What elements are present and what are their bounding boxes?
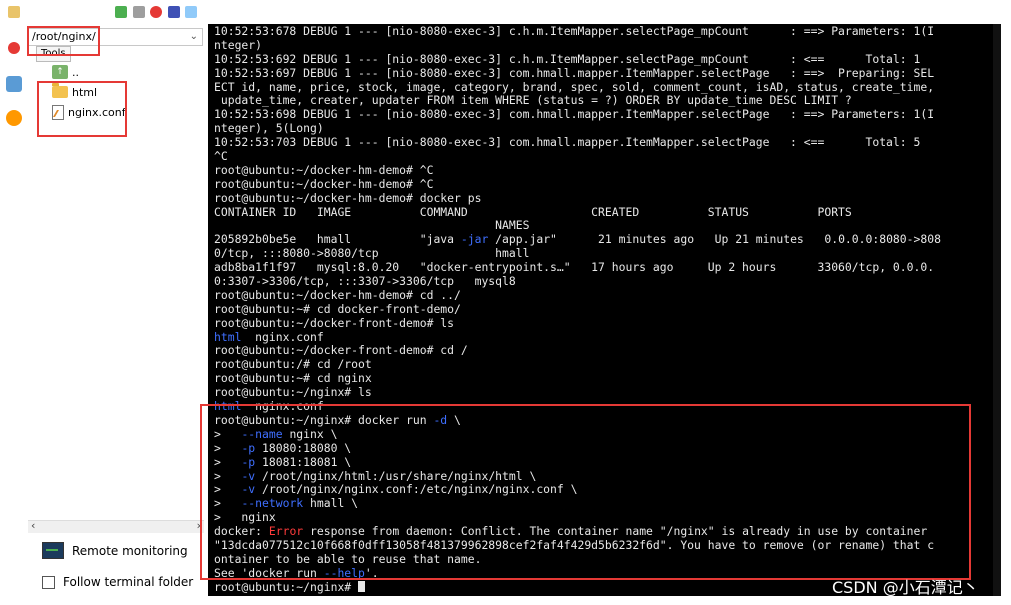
terminal-line: root@ubuntu:~/docker-hm-demo# ^C — [214, 176, 1001, 192]
terminal-text: nteger), 5(Long) — [214, 121, 324, 136]
terminal-text: nteger) — [214, 37, 263, 52]
terminal-line: html nginx.conf — [214, 329, 1001, 345]
terminal-text: root@ubuntu:~/docker-hm-demo# ^C — [214, 176, 434, 191]
terminal-text: ^C — [214, 149, 228, 164]
toolbar-icon[interactable] — [115, 6, 127, 18]
scroll-left-icon[interactable]: ‹ — [31, 519, 35, 532]
terminal-text: nginx.conf — [241, 329, 324, 344]
pen-icon[interactable] — [6, 76, 22, 92]
terminal-line: update_time, creater, updater FROM item … — [214, 94, 1001, 108]
terminal-text: -jar — [460, 232, 489, 247]
terminal-text: 10:52:53:692 DEBUG 1 --- [nio-8080-exec-… — [214, 51, 921, 66]
terminal-text: root@ubuntu:/# cd /root — [214, 357, 372, 372]
tool-strip — [0, 24, 28, 484]
terminal-text: ECT id, name, price, stock, image, categ… — [214, 79, 935, 94]
terminal-line: root@ubuntu:~/nginx# ls — [214, 385, 1001, 400]
record-icon[interactable] — [8, 42, 20, 54]
terminal-line: 10:52:53:698 DEBUG 1 --- [nio-8080-exec-… — [214, 107, 1001, 122]
terminal-text: 205892b0be5e hmall "java — [214, 232, 461, 247]
watermark: CSDN @小石潭记丶 — [832, 578, 979, 597]
terminal-text: /app.jar" 21 minutes ago Up 21 minutes 0… — [488, 232, 941, 247]
monitor-icon — [42, 542, 64, 559]
terminal-line: root@ubuntu:~/docker-hm-demo# ^C — [214, 162, 1001, 178]
terminal-text: html — [214, 329, 242, 344]
terminal-text: 0:3307->3306/tcp, :::3307->3306/tcp mysq… — [214, 274, 516, 289]
terminal-line: ECT id, name, price, stock, image, categ… — [214, 79, 1001, 95]
bottom-strip — [0, 596, 1011, 605]
terminal-line: root@ubuntu:~/docker-front-demo# ls — [214, 315, 1001, 331]
toolbar-icon[interactable] — [185, 6, 197, 18]
palette-icon[interactable] — [6, 110, 22, 126]
follow-terminal-folder-checkbox[interactable] — [42, 575, 55, 589]
tree-item-label: .. — [72, 65, 79, 79]
terminal-text: adb8ba1f1f97 mysql:8.0.20 "docker-entryp… — [214, 260, 935, 275]
top-toolbar — [0, 0, 1011, 24]
terminal-text: 10:52:53:703 DEBUG 1 --- [nio-8080-exec-… — [214, 135, 921, 150]
terminal-text: root@ubuntu:~# cd docker-front-demo/ — [214, 301, 461, 316]
terminal-text: NAMES — [214, 218, 530, 233]
terminal-line: root@ubuntu:~# cd docker-front-demo/ — [214, 301, 1001, 317]
up-folder-icon: ↑ — [52, 65, 68, 79]
terminal-line: 0:3307->3306/tcp, :::3307->3306/tcp mysq… — [214, 274, 1001, 289]
terminal-text: root@ubuntu:~/docker-hm-demo# docker ps — [214, 190, 482, 205]
terminal-line: 205892b0be5e hmall "java -jar /app.jar" … — [214, 232, 1001, 247]
highlight-command-box — [200, 404, 971, 580]
terminal-line: 0/tcp, :::8080->8080/tcp hmall — [214, 246, 1001, 261]
terminal-line: 10:52:53:703 DEBUG 1 --- [nio-8080-exec-… — [214, 135, 1001, 150]
terminal-text: root@ubuntu:~/nginx# — [214, 579, 359, 594]
toolbar-icon[interactable] — [133, 6, 145, 18]
terminal-line: CONTAINER ID IMAGE COMMAND CREATED STATU… — [214, 204, 1001, 220]
terminal-text: root@ubuntu:~/nginx# ls — [214, 385, 372, 400]
remote-monitoring-button[interactable]: Remote monitoring — [42, 542, 188, 559]
terminal-text: root@ubuntu:~/docker-front-demo# cd / — [214, 343, 468, 358]
terminal-line: ^C — [214, 149, 1001, 164]
terminal-text: root@ubuntu:~# cd nginx — [214, 371, 372, 386]
terminal-line: root@ubuntu:~/docker-hm-demo# cd ../ — [214, 287, 1001, 303]
terminal-line: root@ubuntu:~/docker-hm-demo# docker ps — [214, 190, 1001, 206]
terminal-text: 0/tcp, :::8080->8080/tcp hmall — [214, 246, 530, 261]
terminal-line: root@ubuntu:/# cd /root — [214, 357, 1001, 372]
horizontal-scrollbar[interactable]: ‹ › — [28, 519, 204, 533]
terminal-line: 10:52:53:678 DEBUG 1 --- [nio-8080-exec-… — [214, 24, 1001, 39]
terminal-text: root@ubuntu:~/docker-front-demo# ls — [214, 315, 455, 330]
terminal-line: nteger) — [214, 37, 1001, 53]
toolbar-icon[interactable] — [150, 6, 162, 18]
terminal-scrollbar[interactable] — [993, 24, 1001, 596]
terminal-text: 10:52:53:698 DEBUG 1 --- [nio-8080-exec-… — [214, 107, 935, 122]
terminal-cursor — [358, 580, 366, 592]
terminal-text: root@ubuntu:~/docker-hm-demo# ^C — [214, 162, 434, 177]
terminal-line: nteger), 5(Long) — [214, 121, 1001, 136]
terminal-text: 10:52:53:697 DEBUG 1 --- [nio-8080-exec-… — [214, 65, 935, 80]
terminal-line: 10:52:53:692 DEBUG 1 --- [nio-8080-exec-… — [214, 51, 1001, 67]
toolbar-icon[interactable] — [168, 6, 180, 18]
terminal-line: root@ubuntu:~/docker-front-demo# cd / — [214, 344, 1001, 358]
follow-terminal-folder-label: Follow terminal folder — [63, 575, 194, 589]
remote-monitoring-label: Remote monitoring — [72, 543, 188, 558]
follow-terminal-folder-option[interactable]: Follow terminal folder — [42, 575, 193, 589]
terminal-text: 10:52:53:678 DEBUG 1 --- [nio-8080-exec-… — [214, 24, 935, 38]
terminal-line: 10:52:53:697 DEBUG 1 --- [nio-8080-exec-… — [214, 65, 1001, 81]
tree-item-parent[interactable]: ↑ .. — [52, 62, 79, 82]
terminal-text: root@ubuntu:~/docker-hm-demo# cd ../ — [214, 287, 461, 302]
terminal-text: update_time, creater, updater FROM item … — [214, 93, 852, 108]
terminal-line: root@ubuntu:~# cd nginx — [214, 371, 1001, 386]
highlight-path-box — [27, 26, 100, 56]
toolbar-icon[interactable] — [8, 6, 20, 18]
terminal-line: adb8ba1f1f97 mysql:8.0.20 "docker-entryp… — [214, 260, 1001, 275]
highlight-tree-box — [37, 81, 127, 137]
chevron-down-icon[interactable]: ⌄ — [190, 29, 198, 45]
terminal-text: CONTAINER ID IMAGE COMMAND CREATED STATU… — [214, 204, 852, 219]
file-browser-panel: /root/nginx/ ⌄ Tools ↑ .. html nginx.con… — [0, 24, 204, 605]
terminal-line: NAMES — [214, 219, 1001, 233]
